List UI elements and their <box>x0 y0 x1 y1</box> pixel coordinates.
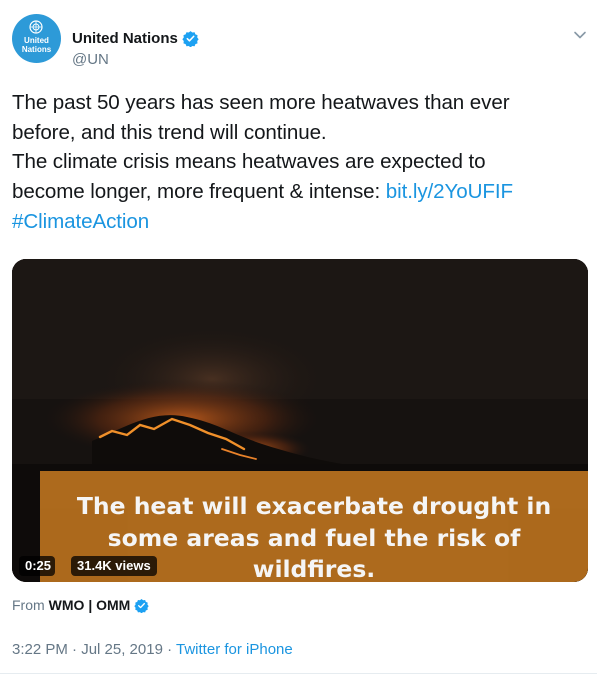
caption-line: some areas and fuel the risk of <box>107 523 521 552</box>
avatar-label: United Nations <box>21 36 52 54</box>
hashtag-link[interactable]: #ClimateAction <box>12 207 584 237</box>
client-link[interactable]: Twitter for iPhone <box>176 641 293 658</box>
avatar[interactable]: United Nations <box>12 14 61 63</box>
handle[interactable]: @UN <box>72 51 109 68</box>
tweet-link[interactable]: bit.ly/2YoUFIF <box>386 180 513 203</box>
tweet-text-line: The climate crisis means heatwaves are e… <box>12 150 486 174</box>
tweet-text-segment: become longer, more frequent & intense: <box>12 180 386 204</box>
display-name[interactable]: United Nations <box>72 30 178 47</box>
tweet-text-line: before, and this trend will continue. <box>12 120 327 144</box>
meta-separator: · <box>167 641 173 658</box>
un-emblem-icon <box>29 20 43 34</box>
verified-badge-icon <box>134 598 150 613</box>
tweet-meta: 3:22 PM · Jul 25, 2019 · Twitter for iPh… <box>12 641 293 658</box>
video-duration-badge: 0:25 <box>19 556 56 576</box>
verified-badge-icon <box>182 30 199 47</box>
media-source-prefix: From <box>12 597 45 613</box>
caption-line: The heat will exacerbate drought in <box>76 492 552 520</box>
video-views-badge: 31.4K views <box>71 556 157 576</box>
timestamp[interactable]: 3:22 PM · Jul 25, 2019 <box>12 641 163 658</box>
video-player[interactable]: The heat will exacerbate drought in some… <box>12 259 588 582</box>
tweet-text-line: The past 50 years has seen more heatwave… <box>12 91 510 114</box>
tweet-header: United Nations United Nations @UN <box>12 14 587 70</box>
tweet-text: The past 50 years has seen more heatwave… <box>12 88 584 237</box>
chevron-down-icon[interactable] <box>573 28 587 42</box>
tweet-text-line: become longer, more frequent & intense: … <box>12 177 584 207</box>
name-row: United Nations <box>72 28 199 48</box>
media-source: From WMO | OMM <box>12 597 150 613</box>
media-source-link[interactable]: WMO | OMM <box>49 597 131 613</box>
